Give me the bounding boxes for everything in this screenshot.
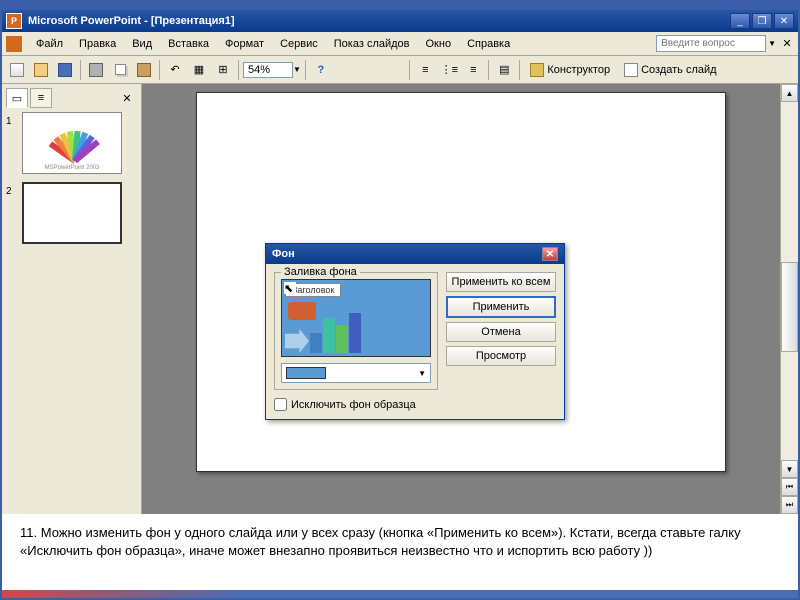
panel-close-button[interactable]: ✕ [117,88,137,108]
background-dialog: Фон ✕ Заливка фона ⬉ Заголовок [265,243,565,420]
footer-decoration [2,590,798,598]
thumbnail-panel: ▭ ≡ ✕ 1 MSPowerPoint 2003 2 [2,84,142,514]
cancel-button[interactable]: Отмена [446,322,556,342]
scroll-track[interactable] [781,102,798,460]
print-button[interactable] [85,59,107,81]
next-slide-button[interactable]: ⏭ [781,496,798,514]
powerpoint-icon: P [6,13,22,29]
dropdown-arrow-icon: ▼ [418,369,426,378]
grid-button[interactable]: ⊞ [212,59,234,81]
help-button[interactable]: ? [310,59,332,81]
undo-button[interactable]: ↶ [164,59,186,81]
paste-button[interactable] [133,59,155,81]
group-label: Заливка фона [281,266,360,278]
new-slide-icon [624,63,638,77]
background-preview: ⬉ Заголовок [281,279,431,357]
standard-toolbar: ↶ ▦ ⊞ ▼ ? ≡ ⋮≡ ≡ ▤ Конструктор Создать с… [2,56,798,84]
dialog-titlebar[interactable]: Фон ✕ [266,244,564,264]
menu-help[interactable]: Справка [459,36,518,52]
apply-button[interactable]: Применить [446,296,556,318]
slide-editor[interactable]: Фон ✕ Заливка фона ⬉ Заголовок [142,84,780,514]
help-dropdown-icon[interactable]: ▼ [768,39,776,48]
menu-window[interactable]: Окно [418,36,460,52]
new-icon [10,63,24,77]
outline-tab[interactable]: ▭ [6,88,28,108]
align-left-button[interactable]: ≡ [414,59,436,81]
menu-format[interactable]: Формат [217,36,272,52]
new-slide-label: Создать слайд [641,64,716,76]
document-icon [6,36,22,52]
menu-slideshow[interactable]: Показ слайдов [326,36,418,52]
minimize-button[interactable]: _ [730,13,750,29]
zoom-dropdown-icon[interactable]: ▼ [293,65,301,74]
preview-button[interactable]: Просмотр [446,346,556,366]
scroll-down-button[interactable]: ▼ [781,460,798,478]
restore-button[interactable]: ❐ [752,13,772,29]
exclude-master-label: Исключить фон образца [291,399,416,411]
menubar: Файл Правка Вид Вставка Формат Сервис По… [2,32,798,56]
paste-icon [137,63,151,77]
increase-indent-button[interactable]: ▤ [493,59,515,81]
slide-thumbnail[interactable]: 1 MSPowerPoint 2003 [6,112,137,174]
thumb-preview: MSPowerPoint 2003 [22,112,122,174]
slide-canvas[interactable]: Фон ✕ Заливка фона ⬉ Заголовок [196,92,726,472]
designer-icon [530,63,544,77]
resize-handle-icon: ⬉ [284,282,296,294]
thumb-caption: MSPowerPoint 2003 [45,165,100,171]
designer-label: Конструктор [547,64,610,76]
menu-edit[interactable]: Правка [71,36,124,52]
doc-close-button[interactable]: ✕ [780,37,794,51]
slides-tab[interactable]: ≡ [30,88,52,108]
dialog-title-text: Фон [272,248,295,260]
new-button[interactable] [6,59,28,81]
scroll-up-button[interactable]: ▲ [781,84,798,102]
help-search-input[interactable] [656,35,766,52]
copy-icon [115,64,126,75]
bullets-button[interactable]: ⋮≡ [438,59,460,81]
close-button[interactable]: ✕ [774,13,794,29]
thumb-preview [22,182,122,244]
table-button[interactable]: ▦ [188,59,210,81]
prev-slide-button[interactable]: ⏮ [781,478,798,496]
menu-insert[interactable]: Вставка [160,36,217,52]
notes-pane: 11. Можно изменить фон у одного слайда и… [2,514,798,590]
zoom-input[interactable] [243,62,293,78]
fill-group: Заливка фона ⬉ Заголовок [274,272,438,390]
vertical-scrollbar[interactable]: ▲ ▼ ⏮ ⏭ [780,84,798,514]
slide-thumbnail[interactable]: 2 [6,182,137,244]
save-button[interactable] [54,59,76,81]
menu-tools[interactable]: Сервис [272,36,326,52]
color-dropdown[interactable]: ▼ [281,363,431,383]
dialog-close-button[interactable]: ✕ [542,247,558,261]
save-icon [58,63,72,77]
titlebar: P Microsoft PowerPoint - [Презентация1] … [2,10,798,32]
copy-button[interactable] [109,59,131,81]
menu-view[interactable]: Вид [124,36,160,52]
exclude-master-checkbox[interactable] [274,398,287,411]
scroll-thumb[interactable] [781,262,798,352]
menu-file[interactable]: Файл [28,36,71,52]
numbering-button[interactable]: ≡ [462,59,484,81]
print-icon [89,63,103,77]
thumb-number: 1 [6,112,22,174]
arrow-shape-icon [285,329,309,353]
open-button[interactable] [30,59,52,81]
thumb-number: 2 [6,182,22,244]
new-slide-button[interactable]: Создать слайд [618,61,722,79]
designer-button[interactable]: Конструктор [524,61,616,79]
window-title: Microsoft PowerPoint - [Презентация1] [28,15,730,27]
apply-all-button[interactable]: Применить ко всем [446,272,556,292]
notes-text: 11. Можно изменить фон у одного слайда и… [20,525,741,558]
content-area: ▭ ≡ ✕ 1 MSPowerPoint 2003 2 [2,84,798,514]
open-icon [34,63,48,77]
color-swatch [286,367,326,379]
